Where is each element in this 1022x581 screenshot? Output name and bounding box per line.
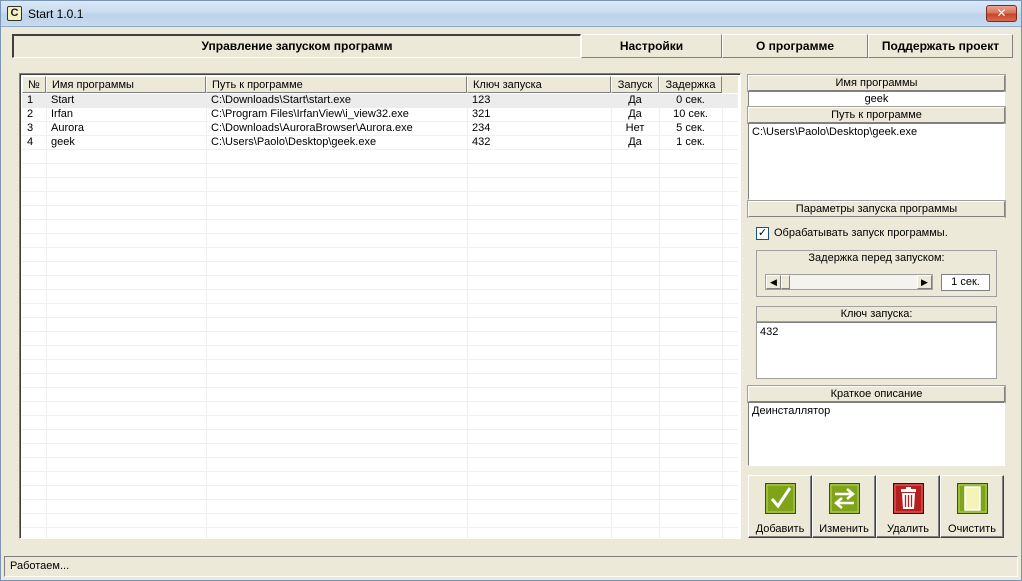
delay-group-title: Задержка перед запуском: — [757, 251, 996, 266]
table-row[interactable]: 2 Irfan C:\Program Files\IrfanView\i_vie… — [22, 108, 738, 122]
program-list[interactable]: № Имя программы Путь к программе Ключ за… — [19, 73, 741, 539]
row-number: 4 — [27, 136, 34, 148]
row-delay: 0 сек. — [676, 94, 705, 106]
row-path: C:\Downloads\Start\start.exe — [211, 94, 352, 106]
column-header-delay[interactable]: Задержка — [659, 76, 722, 93]
row-name: Irfan — [51, 108, 74, 120]
title-bar[interactable]: C Start 1.0.1 ✕ — [1, 1, 1021, 27]
tab-launch-management[interactable]: Управление запуском программ — [12, 34, 581, 58]
row-name: Aurora — [51, 122, 85, 134]
row-launch: Да — [628, 108, 642, 120]
column-header-name[interactable]: Имя программы — [46, 76, 206, 93]
path-header: Путь к программе — [747, 106, 1006, 124]
row-name: Start — [51, 94, 75, 106]
row-delay: 5 сек. — [676, 122, 705, 134]
delete-button-label: Удалить — [887, 523, 929, 535]
row-launch: Да — [628, 94, 642, 106]
app-window: C Start 1.0.1 ✕ Управление запуском прог… — [0, 0, 1022, 581]
description-header: Краткое описание — [747, 385, 1006, 403]
trash-icon — [893, 483, 924, 514]
row-key: 234 — [472, 122, 491, 134]
delay-value: 1 сек. — [941, 274, 990, 291]
row-delay: 1 сек. — [676, 136, 705, 148]
add-button[interactable]: Добавить — [748, 475, 812, 538]
process-launch-label[interactable]: Обрабатывать запуск программы. — [774, 227, 948, 239]
row-key: 432 — [472, 136, 491, 148]
row-key: 123 — [472, 94, 491, 106]
key-group: Ключ запуска: 432 — [756, 306, 997, 379]
row-path: C:\Program Files\IrfanView\i_view32.exe — [211, 108, 409, 120]
row-name: geek — [51, 136, 75, 148]
status-text: Работаем... — [10, 560, 70, 572]
add-button-label: Добавить — [755, 523, 805, 535]
slider-left-arrow-icon[interactable]: ◀ — [766, 275, 781, 289]
name-field[interactable]: geek — [748, 91, 1005, 107]
row-number: 2 — [27, 108, 34, 120]
swap-arrows-icon — [829, 483, 860, 514]
edit-button[interactable]: Изменить — [812, 475, 876, 538]
delay-slider[interactable]: ◀ ▶ — [765, 274, 933, 290]
tab-settings[interactable]: Настройки — [581, 34, 722, 58]
app-icon: C — [7, 6, 22, 21]
clear-button[interactable]: Очистить — [940, 475, 1004, 538]
launch-params: ✓ Обрабатывать запуск программы. Задержк… — [748, 217, 1005, 382]
key-group-title: Ключ запуска: — [757, 307, 996, 322]
table-row[interactable]: 4 geek C:\Users\Paolo\Desktop\geek.exe 4… — [22, 136, 738, 150]
column-header-path[interactable]: Путь к программе — [206, 76, 467, 93]
name-header: Имя программы — [747, 74, 1006, 92]
edit-button-label: Изменить — [819, 523, 869, 535]
row-delay: 10 сек. — [673, 108, 708, 120]
row-number: 3 — [27, 122, 34, 134]
slider-thumb[interactable] — [781, 275, 790, 289]
description-field[interactable]: Деинсталлятор — [748, 402, 1005, 466]
checkmark-icon — [765, 483, 796, 514]
delete-button[interactable]: Удалить — [876, 475, 940, 538]
process-launch-checkbox[interactable]: ✓ — [756, 227, 769, 240]
table-row[interactable]: 3 Aurora C:\Downloads\AuroraBrowser\Auro… — [22, 122, 738, 136]
tab-about[interactable]: О программе — [722, 34, 868, 58]
column-header-key[interactable]: Ключ запуска — [467, 76, 611, 93]
slider-right-arrow-icon[interactable]: ▶ — [917, 275, 932, 289]
close-button[interactable]: ✕ — [986, 5, 1017, 22]
row-launch: Нет — [625, 122, 645, 134]
window-title: Start 1.0.1 — [28, 7, 84, 21]
status-bar: Работаем... — [4, 556, 1018, 577]
path-field[interactable]: C:\Users\Paolo\Desktop\geek.exe — [748, 123, 1005, 200]
blank-page-icon — [957, 483, 988, 514]
list-header: № Имя программы Путь к программе Ключ за… — [22, 76, 738, 93]
row-path: C:\Downloads\AuroraBrowser\Aurora.exe — [211, 122, 413, 134]
launch-key-field[interactable]: 432 — [757, 322, 996, 378]
tab-support[interactable]: Поддержать проект — [868, 34, 1013, 58]
clear-button-label: Очистить — [948, 523, 996, 535]
delay-group: Задержка перед запуском: ◀ ▶ 1 сек. — [756, 250, 997, 297]
row-launch: Да — [628, 136, 642, 148]
params-header: Параметры запуска программы — [747, 200, 1006, 218]
table-row[interactable]: 1 Start C:\Downloads\Start\start.exe 123… — [22, 94, 738, 108]
row-number: 1 — [27, 94, 34, 106]
column-header-number[interactable]: № — [22, 76, 46, 93]
column-header-launch[interactable]: Запуск — [611, 76, 659, 93]
main-tabs: Управление запуском программ Настройки О… — [12, 34, 1013, 58]
row-key: 321 — [472, 108, 491, 120]
row-path: C:\Users\Paolo\Desktop\geek.exe — [211, 136, 377, 148]
